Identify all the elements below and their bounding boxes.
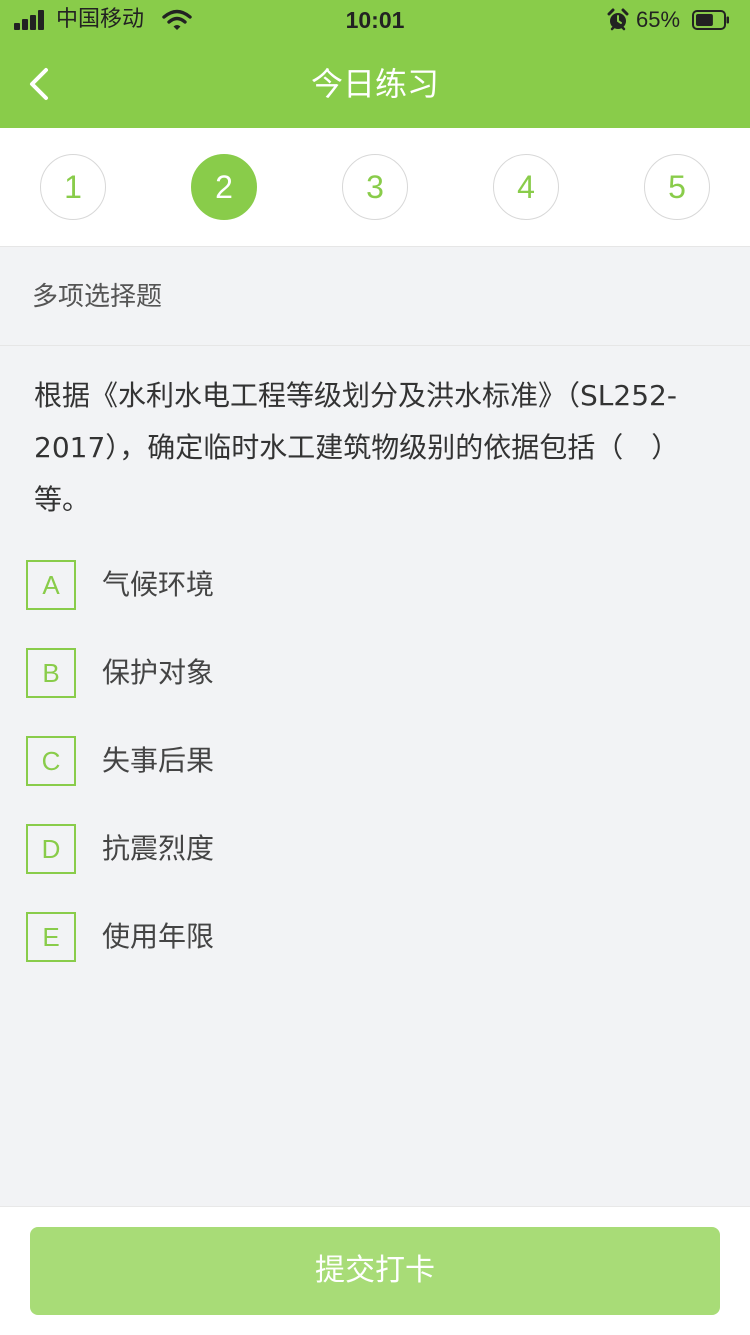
battery-icon — [692, 10, 729, 30]
option-label: 使用年限 — [102, 920, 215, 953]
step-4[interactable]: 4 — [493, 154, 559, 220]
step-3[interactable]: 3 — [342, 154, 408, 220]
option-d[interactable]: D 抗震烈度 — [26, 824, 706, 874]
step-5[interactable]: 5 — [644, 154, 710, 220]
status-bar: 中国移动 10:01 65% — [0, 0, 750, 40]
option-letter-box: D — [26, 824, 76, 874]
header: 中国移动 10:01 65% 今日练习 — [0, 0, 750, 128]
page-title: 今日练习 — [310, 65, 439, 103]
option-a[interactable]: A 气候环境 — [26, 560, 706, 610]
option-e[interactable]: E 使用年限 — [26, 912, 706, 962]
question-text: 根据《水利水电工程等级划分及洪水标准》（SL252-2017），确定临时水工建筑… — [34, 379, 680, 516]
option-letter-box: A — [26, 560, 76, 610]
nav-bar: 今日练习 — [0, 40, 750, 128]
step-1[interactable]: 1 — [40, 154, 106, 220]
battery-percent: 65% — [636, 7, 681, 32]
footer-bar: 提交打卡 — [0, 1206, 750, 1335]
alarm-icon — [607, 8, 629, 31]
option-c[interactable]: C 失事后果 — [26, 736, 706, 786]
step-2[interactable]: 2 — [191, 154, 257, 220]
option-label: 气候环境 — [102, 568, 215, 601]
option-label: 抗震烈度 — [102, 832, 215, 865]
option-b[interactable]: B 保护对象 — [26, 648, 706, 698]
option-label: 保护对象 — [102, 656, 215, 689]
option-letter-box: E — [26, 912, 76, 962]
question-type-bar: 多项选择题 — [0, 247, 750, 346]
question-type: 多项选择题 — [32, 282, 163, 312]
option-letter-box: B — [26, 648, 76, 698]
option-label: 失事后果 — [102, 744, 215, 777]
question-stepper: 1 2 3 4 5 — [0, 128, 750, 247]
submit-checkin-button[interactable]: 提交打卡 — [30, 1227, 720, 1315]
option-letter-box: C — [26, 736, 76, 786]
chevron-left-icon[interactable] — [24, 64, 54, 104]
